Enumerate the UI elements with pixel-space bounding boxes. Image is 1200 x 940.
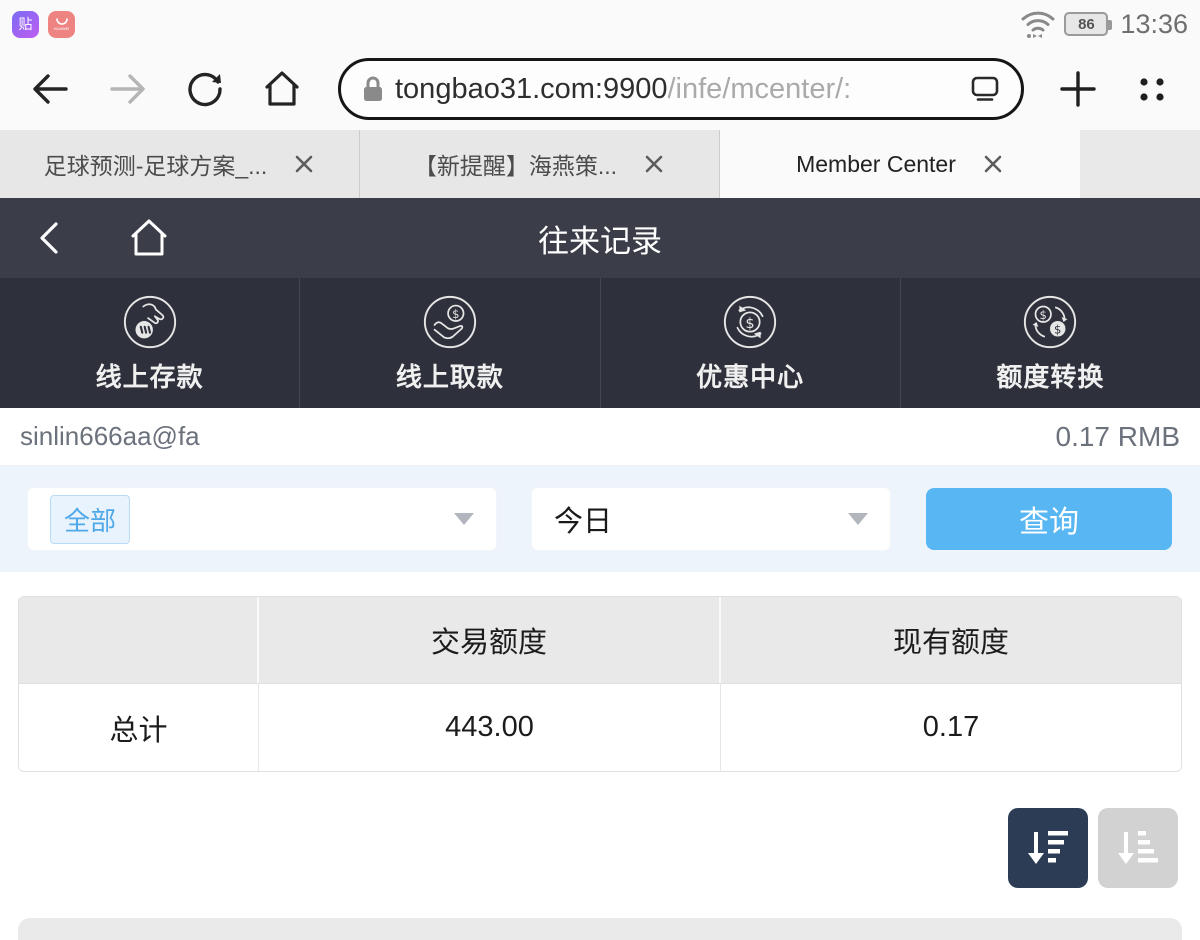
tab-strip-filler [1080, 130, 1200, 198]
type-selected-chip: 全部 [50, 495, 130, 544]
back-icon[interactable] [28, 69, 72, 109]
sort-descending-button[interactable] [1008, 808, 1088, 888]
tab-strip: 足球预测-足球方案_... 【新提醒】海燕策... Member Center [0, 130, 1200, 198]
close-tab-icon[interactable] [643, 153, 665, 175]
nav-label: 优惠中心 [696, 357, 804, 394]
page-title: 往来记录 [0, 216, 1200, 261]
forward-icon[interactable] [106, 69, 150, 109]
tab-football-forecast[interactable]: 足球预测-足球方案_... [0, 130, 360, 198]
nav-item-online-deposit[interactable]: 线上存款 [0, 278, 300, 408]
reader-mode-icon[interactable] [969, 75, 1001, 103]
query-button[interactable]: 查询 [926, 488, 1172, 550]
account-bar: sinlin666aa@fa 0.17 RMB [0, 408, 1200, 466]
appgallery-smile-icon [55, 18, 69, 26]
nav-item-online-withdraw[interactable]: $ 线上取款 [300, 278, 600, 408]
url-host: tongbao31.com:9900 [395, 73, 668, 106]
svg-text:$: $ [1054, 322, 1061, 336]
page-home-icon[interactable] [126, 216, 172, 260]
chevron-down-icon [454, 513, 474, 525]
date-range-select[interactable]: 今日 [532, 488, 890, 550]
date-selected-value: 今日 [554, 498, 612, 540]
nav-label: 线上存款 [96, 357, 204, 394]
lock-icon [361, 75, 385, 103]
tab-label: Member Center [796, 151, 956, 178]
account-username: sinlin666aa@fa [20, 421, 200, 452]
battery-percent: 86 [1078, 16, 1095, 33]
clock: 13:36 [1120, 9, 1188, 40]
battery-indicator: 86 [1064, 12, 1108, 36]
header-empty [19, 597, 259, 683]
quick-nav: 线上存款 $ 线上取款 $ 优惠中心 $ $ [0, 278, 1200, 408]
url-text: tongbao31.com:9900/infe/mcenter/: [395, 73, 959, 106]
url-path: /infe/mcenter/: [668, 73, 852, 106]
nav-label: 额度转换 [996, 357, 1104, 394]
huawei-appgallery-notification-icon[interactable]: HUAWEI [48, 11, 75, 38]
svg-text:$: $ [452, 307, 459, 321]
header-current-amount: 现有额度 [721, 597, 1181, 683]
withdraw-icon: $ [421, 293, 479, 351]
summary-table: 交易额度 现有额度 总计 443.00 0.17 [18, 596, 1182, 772]
tab-haiyan-alert[interactable]: 【新提醒】海燕策... [360, 130, 720, 198]
huawei-icon-label: HUAWEI [54, 27, 70, 31]
total-transaction-amount: 443.00 [259, 684, 721, 771]
transfer-icon: $ $ [1021, 293, 1079, 351]
url-bar[interactable]: tongbao31.com:9900/infe/mcenter/: [338, 58, 1024, 120]
transaction-type-select[interactable]: 全部 [28, 488, 496, 550]
tieba-icon-glyph: 贴 [19, 14, 33, 34]
nav-label: 线上取款 [396, 357, 504, 394]
wifi-icon [1020, 8, 1056, 40]
sort-controls [0, 808, 1178, 888]
status-bar: 贴 HUAWEI 86 13:36 [0, 0, 1200, 48]
svg-text:$: $ [1040, 308, 1047, 322]
sort-ascending-button[interactable] [1098, 808, 1178, 888]
total-label: 总计 [19, 684, 259, 771]
nav-item-quota-transfer[interactable]: $ $ 额度转换 [901, 278, 1200, 408]
spacer [0, 572, 1200, 596]
refresh-icon[interactable] [184, 68, 226, 110]
tab-member-center[interactable]: Member Center [720, 130, 1080, 198]
table-row-total: 总计 443.00 0.17 [19, 683, 1181, 771]
filter-bar: 全部 今日 查询 [0, 466, 1200, 572]
browser-toolbar: tongbao31.com:9900/infe/mcenter/: [0, 48, 1200, 130]
tabs-menu-icon[interactable] [1132, 69, 1172, 109]
page-header: 往来记录 [0, 198, 1200, 278]
sort-descending-icon [1025, 827, 1071, 869]
chevron-down-icon [848, 513, 868, 525]
new-tab-icon[interactable] [1058, 69, 1098, 109]
table-header-row: 交易额度 现有额度 [19, 597, 1181, 683]
total-current-amount: 0.17 [721, 684, 1181, 771]
close-tab-icon[interactable] [982, 153, 1004, 175]
home-icon[interactable] [260, 68, 304, 110]
account-balance: 0.17 RMB [1056, 421, 1181, 453]
svg-text:$: $ [746, 315, 755, 331]
deposit-icon [121, 293, 179, 351]
tab-label: 足球预测-足球方案_... [44, 147, 268, 181]
nav-item-promo-center[interactable]: $ 优惠中心 [601, 278, 901, 408]
tieba-notification-icon[interactable]: 贴 [12, 11, 39, 38]
tab-label: 【新提醒】海燕策... [414, 147, 617, 181]
header-transaction-amount: 交易额度 [259, 597, 721, 683]
sort-ascending-icon [1115, 827, 1161, 869]
next-section-edge [18, 918, 1182, 940]
close-tab-icon[interactable] [293, 153, 315, 175]
page-back-icon[interactable] [32, 218, 64, 258]
promo-icon: $ [721, 293, 779, 351]
